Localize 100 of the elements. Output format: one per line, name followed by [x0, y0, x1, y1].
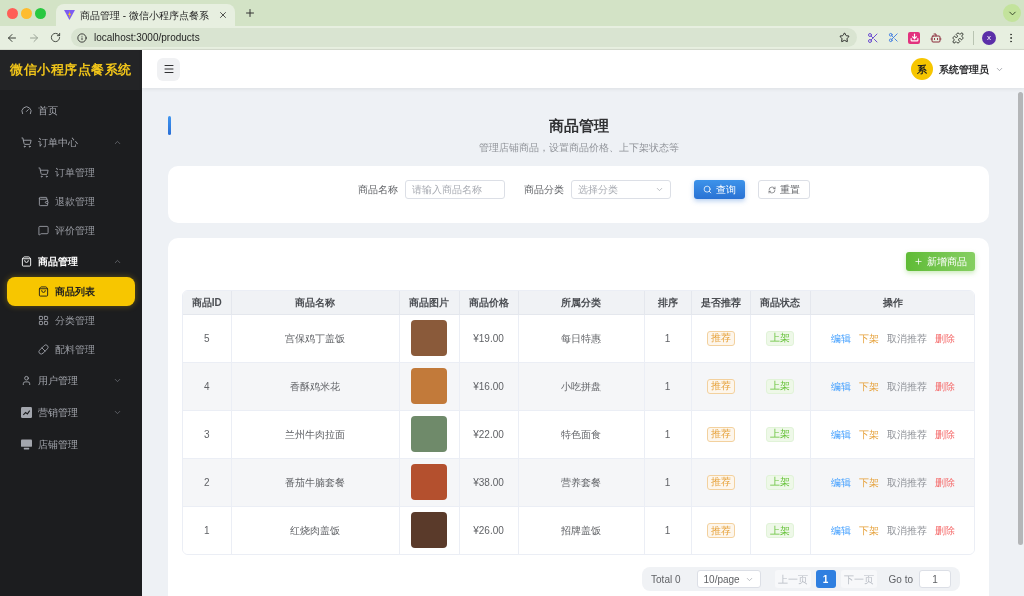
reload-icon[interactable]	[50, 32, 61, 43]
action-link[interactable]: 下架	[859, 522, 880, 538]
triangle-logo-icon	[64, 10, 75, 20]
table-cell: 1	[644, 410, 691, 458]
table-cell: ¥16.00	[459, 362, 518, 410]
robot-icon[interactable]	[930, 31, 942, 44]
menu-button[interactable]	[157, 57, 180, 81]
puzzle-icon[interactable]	[952, 31, 964, 44]
input-field[interactable]: 请输入商品名称	[404, 180, 505, 199]
action-link[interactable]: 编辑	[831, 330, 852, 346]
table-cell: ¥22.00	[459, 410, 518, 458]
column-header: 商品ID	[183, 291, 231, 314]
search-icon	[702, 185, 712, 194]
bookmark-star-icon[interactable]	[839, 32, 850, 43]
action-link[interactable]: 删除	[935, 522, 956, 538]
page-input[interactable]: 1	[919, 570, 951, 588]
accent-bar	[168, 116, 171, 135]
sidebar-subitem[interactable]: 商品列表	[7, 277, 135, 306]
sidebar-subitem[interactable]: 退款管理	[0, 187, 142, 216]
action-link[interactable]: 删除	[935, 330, 956, 346]
status-tag: 上架	[766, 330, 794, 346]
column-header: 商品图片	[399, 291, 459, 314]
wallet-icon	[38, 196, 49, 207]
page-size-select[interactable]: 10/page	[696, 570, 761, 588]
table-cell: 1	[644, 362, 691, 410]
action-link[interactable]: 取消推荐	[887, 378, 928, 394]
avatar[interactable]: 系	[911, 58, 933, 80]
table-cell: 1	[644, 314, 691, 362]
recommend-tag: 推荐	[706, 426, 735, 442]
page-button[interactable]: 1	[815, 570, 836, 588]
user-name[interactable]: 系统管理员	[939, 61, 989, 77]
table-cell: 红烧肉盖饭	[231, 506, 399, 554]
table-cell: 1	[183, 506, 231, 554]
info-icon[interactable]	[77, 32, 87, 43]
action-link[interactable]: 删除	[935, 378, 956, 394]
action-link[interactable]: 下架	[859, 330, 880, 346]
action-link[interactable]: 取消推荐	[887, 474, 928, 490]
table-cell: ¥26.00	[459, 506, 518, 554]
column-header: 商品状态	[750, 291, 810, 314]
chat-icon	[38, 225, 49, 236]
sidebar-item[interactable]: 首页	[0, 94, 142, 126]
action-link[interactable]: 编辑	[831, 426, 852, 442]
action-link[interactable]: 编辑	[831, 378, 852, 394]
action-link[interactable]: 编辑	[831, 474, 852, 490]
action-link[interactable]: 删除	[935, 474, 956, 490]
sidebar-group[interactable]: 营销管理	[0, 396, 142, 428]
recommend-tag: 推荐	[706, 330, 735, 346]
address-bar[interactable]: localhost:3000/products	[71, 28, 857, 47]
action-link[interactable]: 下架	[859, 378, 880, 394]
sidebar-subitem[interactable]: 配料管理	[0, 335, 142, 364]
action-link[interactable]: 取消推荐	[887, 330, 928, 346]
sidebar-group[interactable]: 订单中心	[0, 126, 142, 158]
browser-tab[interactable]: 商品管理 - 微信小程序点餐系	[56, 4, 235, 26]
sidebar-subitem[interactable]: 分类管理	[0, 306, 142, 335]
action-link[interactable]: 下架	[859, 474, 880, 490]
sidebar-group[interactable]: 用户管理	[0, 364, 142, 396]
field-label: 商品分类	[523, 183, 564, 197]
column-header: 商品名称	[231, 291, 399, 314]
column-header: 是否推荐	[691, 291, 750, 314]
photo-placeholder	[411, 464, 447, 500]
menu-icon	[162, 63, 175, 75]
status-tag: 上架	[766, 523, 794, 538]
column-header: 排序	[644, 291, 691, 314]
profile-avatar[interactable]: x	[982, 30, 996, 45]
sidebar-subitem[interactable]: 订单管理	[0, 158, 142, 187]
table-cell: 营养套餐	[518, 458, 644, 506]
cart-icon	[38, 167, 49, 178]
scrollbar-thumb[interactable]	[1018, 92, 1023, 545]
table-cell: 招牌盖饭	[518, 506, 644, 554]
action-link[interactable]: 下架	[859, 426, 880, 442]
back-icon[interactable]	[6, 31, 18, 44]
sidebar-group[interactable]: 商品管理	[0, 245, 142, 277]
table-cell: ¥19.00	[459, 314, 518, 362]
reset-button[interactable]: 重置	[757, 180, 810, 199]
sidebar-item[interactable]: 店铺管理	[0, 428, 142, 460]
cart-icon	[21, 136, 32, 148]
monitor-icon	[21, 438, 32, 450]
scissors-icon[interactable]	[888, 32, 899, 43]
action-link[interactable]: 删除	[935, 426, 956, 442]
chart-icon	[21, 406, 32, 418]
table-cell: 每日特惠	[518, 314, 644, 362]
action-link[interactable]: 编辑	[831, 522, 852, 538]
plus-icon	[243, 7, 256, 19]
scissors-icon[interactable]	[867, 31, 879, 44]
photo-placeholder	[411, 512, 447, 549]
select-field[interactable]: 选择分类	[570, 180, 671, 199]
action-link[interactable]: 取消推荐	[887, 522, 928, 538]
column-header: 商品价格	[459, 291, 518, 314]
app-title: 微信小程序点餐系统	[10, 61, 132, 80]
download-icon[interactable]	[908, 31, 920, 44]
user-icon	[21, 374, 32, 386]
table-cell: 2	[183, 458, 231, 506]
add-product-button[interactable]: 新增商品	[906, 252, 975, 271]
sidebar-subitem[interactable]: 评价管理	[0, 216, 142, 245]
close-icon[interactable]	[217, 10, 228, 20]
search-button[interactable]: 查询	[693, 180, 745, 199]
action-link[interactable]: 取消推荐	[887, 426, 928, 442]
total-label: Total 0	[651, 572, 681, 587]
close-window-icon[interactable]	[7, 7, 18, 19]
column-header: 操作	[810, 291, 974, 314]
